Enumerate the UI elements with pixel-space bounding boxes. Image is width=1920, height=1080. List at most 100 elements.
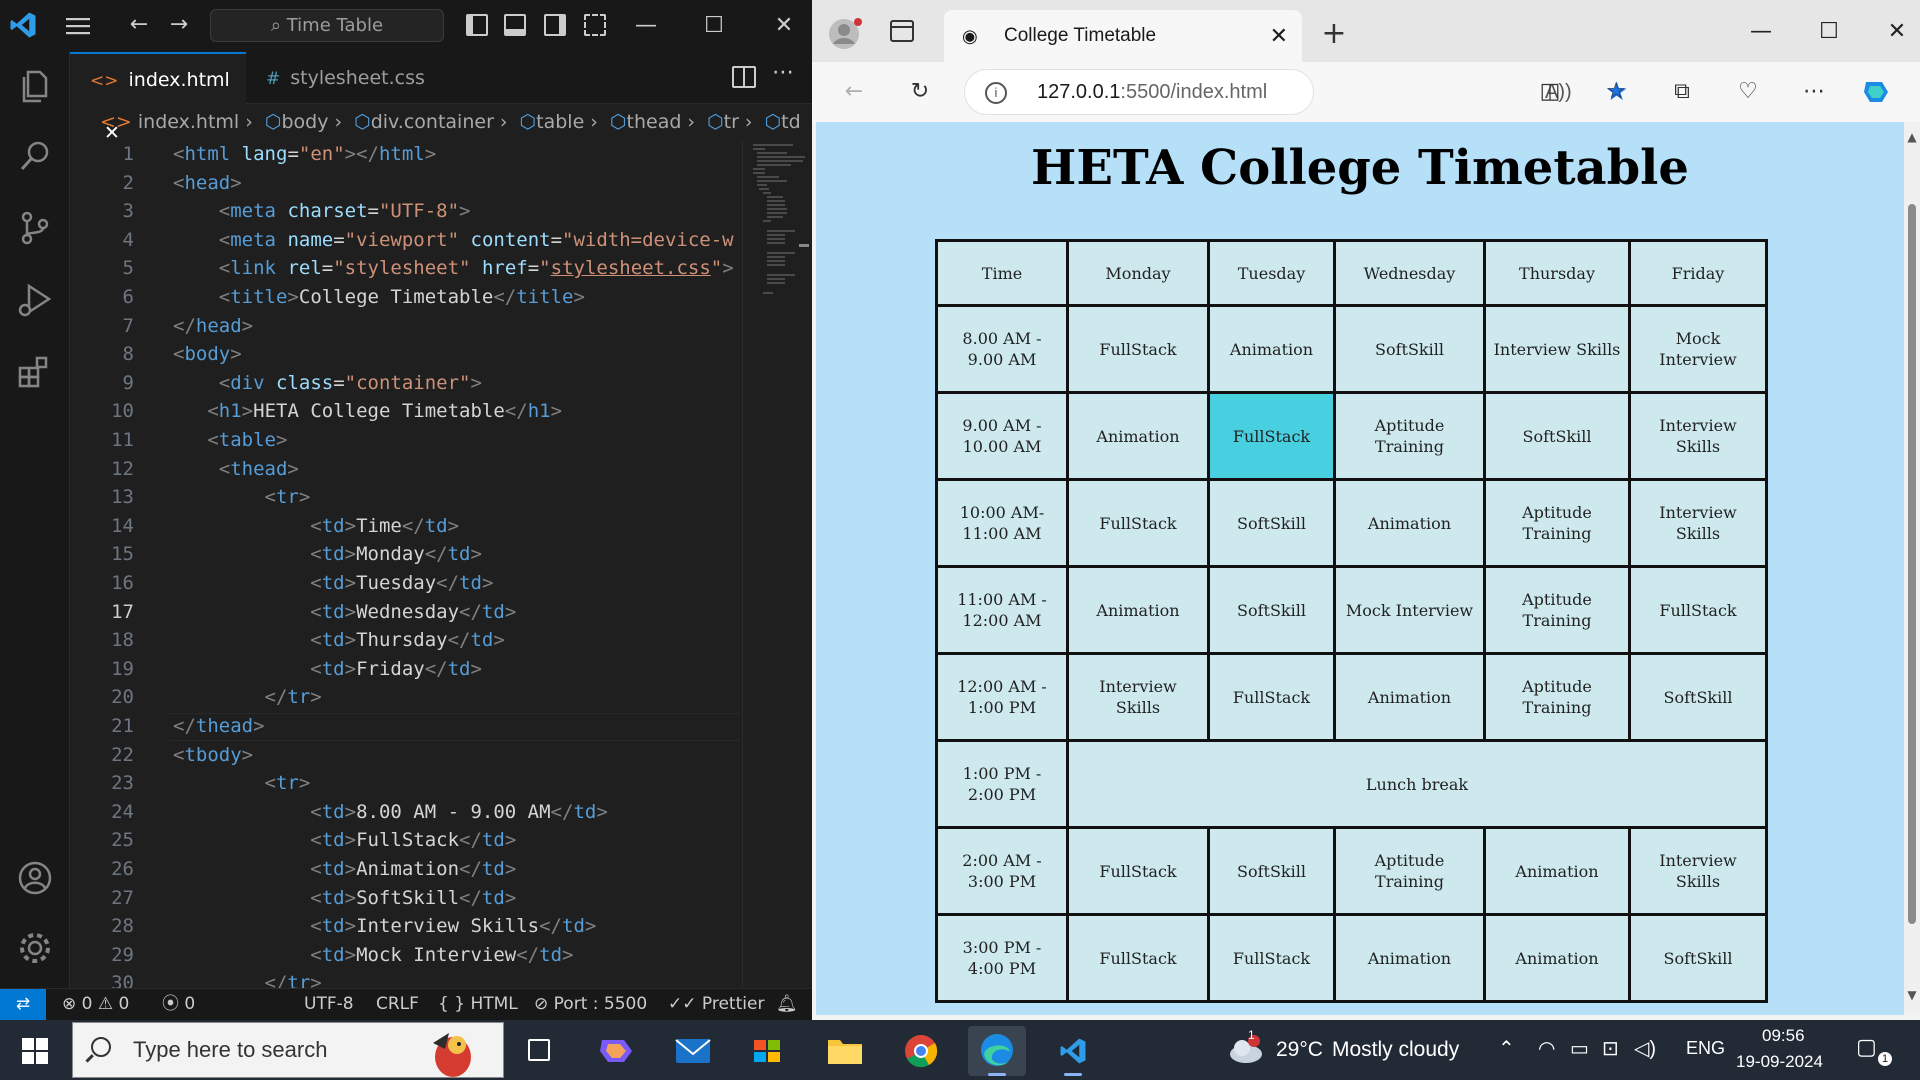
browser-tab-active[interactable]: ◉ College Timetable ✕ [944,10,1302,62]
command-center-search[interactable]: ⌕ Time Table [210,9,444,42]
vscode-logo-icon [10,12,36,38]
element-icon: ⬡ [764,111,782,133]
file-explorer-icon[interactable] [816,1026,874,1076]
site-info-icon[interactable]: i [985,82,1007,104]
breadcrumb-item[interactable]: table [536,111,584,133]
code-line: 2 <head> [122,171,242,194]
code-line: 23 <tr> [111,772,311,795]
meet-now-icon[interactable]: ⊡ [1602,1036,1619,1061]
activity-bar [0,52,70,989]
split-editor-icon[interactable] [732,66,756,88]
maximize-icon[interactable]: ☐ [1804,12,1854,52]
breadcrumb-item[interactable]: body [281,111,328,133]
search-placeholder: Type here to search [133,1037,328,1062]
clock-date[interactable]: 19-09-2024 [1736,1052,1823,1072]
notifications-bell-icon[interactable]: 🔔︎ [776,989,798,1019]
minimap[interactable] [742,140,812,988]
collections-icon[interactable]: ⧉ [1664,74,1700,110]
editor-tabs: <> index.html ✕ # stylesheet.css ⋯ [70,52,812,144]
edge-app-icon[interactable] [968,1026,1026,1076]
code-editor[interactable]: 1 <html lang="en"></html> 2 <head> 3 <meta… [70,140,742,988]
browser-essentials-icon[interactable]: ♡ [1730,74,1766,110]
active-app-indicator [988,1073,1006,1076]
scroll-down-arrow-icon[interactable]: ▼ [1906,988,1918,1002]
prettier-status[interactable]: ✓✓ Prettier [668,989,764,1019]
copilot-app-icon[interactable] [588,1026,646,1076]
breadcrumb-item[interactable]: thead [627,111,682,133]
problems-indicator[interactable]: ⊗ 0 ⚠ 0 [62,989,129,1019]
new-tab-icon[interactable]: + [1314,14,1354,54]
ports-indicator[interactable]: ⦿ 0 [162,989,195,1019]
code-line: 10 <h1>HETA College Timetable</h1> [111,400,563,423]
eol-indicator[interactable]: CRLF [376,989,419,1019]
encoding-indicator[interactable]: UTF-8 [304,989,354,1019]
battery-icon[interactable]: ▭ [1570,1036,1589,1061]
breadcrumb-item[interactable]: td [781,111,801,133]
mail-app-icon[interactable] [664,1026,722,1076]
address-bar[interactable]: i 127.0.0.1:5500/index.html A)) ★ [964,69,1628,115]
back-arrow-icon[interactable]: ← [836,74,872,110]
language-mode[interactable]: { } HTML [438,989,518,1019]
toggle-secondary-sidebar-icon[interactable] [544,14,566,36]
clock-time[interactable]: 09:56 [1762,1026,1805,1046]
tab-stylesheet-css[interactable]: # stylesheet.css [246,52,446,104]
chrome-app-icon[interactable] [892,1026,950,1076]
tab-actions-icon[interactable] [890,20,914,42]
subject-cell: Interview Skills [1628,478,1768,568]
back-arrow-icon[interactable]: ← [124,10,154,40]
search-icon [91,1037,111,1057]
show-hidden-icons-chevron-icon[interactable]: ⌃ [1498,1036,1515,1061]
vscode-titlebar: ← → ⌕ Time Table — ☐ ✕ [0,0,812,52]
weather-widget[interactable]: 1 29°C Mostly cloudy [1226,1020,1466,1080]
live-server-port[interactable]: ⊘ Port : 5500 [534,989,647,1019]
refresh-icon[interactable]: ↻ [902,74,938,110]
settings-more-icon[interactable]: ⋯ [1796,74,1832,110]
maximize-icon[interactable]: ☐ [694,8,734,44]
minimize-icon[interactable]: — [626,8,666,44]
table-row: 11:00 AM - 12:00 AM Animation SoftSkill … [935,565,1768,655]
breadcrumb-item[interactable]: tr [724,111,739,133]
windows-start-icon[interactable] [22,1038,48,1064]
copilot-icon[interactable] [1858,74,1894,110]
forward-arrow-icon[interactable]: → [164,10,194,40]
more-actions-icon[interactable]: ⋯ [772,60,794,85]
close-icon[interactable]: ✕ [764,8,804,44]
accounts-icon[interactable] [15,858,55,898]
volume-speaker-icon[interactable]: ◁) [1634,1036,1656,1061]
settings-gear-icon[interactable] [15,928,55,968]
subject-cell: Aptitude Training [1483,565,1631,655]
breadcrumb-item[interactable]: index.html [138,111,239,133]
tab-close-icon[interactable]: ✕ [1270,10,1288,62]
profile-avatar-icon[interactable] [828,16,864,52]
vscode-app-icon[interactable] [1044,1026,1102,1076]
breadcrumb-item[interactable]: div.container [371,111,494,133]
page-scrollbar[interactable]: ▲ ▼ [1904,122,1920,1015]
task-view-icon[interactable] [512,1026,570,1076]
search-icon[interactable] [15,136,55,176]
weather-description: Mostly cloudy [1332,1038,1460,1061]
toggle-sidebar-icon[interactable] [466,14,488,36]
run-debug-icon[interactable] [15,280,55,320]
remote-indicator-icon[interactable]: ⇄ [0,989,46,1020]
customize-layout-icon[interactable] [584,14,606,36]
split-screen-icon[interactable]: ◫ [1532,74,1568,110]
tab-index-html[interactable]: <> index.html ✕ [70,52,246,144]
scroll-up-arrow-icon[interactable]: ▲ [1906,130,1918,144]
input-language[interactable]: ENG [1686,1038,1725,1059]
scrollbar-thumb[interactable] [1908,204,1916,924]
code-line: 7 </head> [122,314,254,337]
extensions-icon[interactable] [15,352,55,392]
notification-center-icon[interactable]: ▢ [1856,1034,1877,1060]
network-wifi-icon[interactable]: ◠ [1538,1036,1555,1061]
toggle-panel-icon[interactable] [504,14,526,36]
table-row: 2:00 AM - 3:00 PM FullStack SoftSkill Ap… [935,826,1768,916]
microsoft-store-icon[interactable] [740,1026,798,1076]
explorer-files-icon[interactable] [15,66,55,106]
taskbar-search-box[interactable]: Type here to search [72,1022,504,1078]
favorites-icon[interactable]: ☆ [1598,74,1634,110]
close-icon[interactable]: ✕ [1872,12,1920,52]
hamburger-menu-icon[interactable] [64,14,92,38]
weather-alert-badge: 1 [1248,1028,1255,1042]
minimize-icon[interactable]: — [1736,12,1786,52]
source-control-icon[interactable] [15,208,55,248]
